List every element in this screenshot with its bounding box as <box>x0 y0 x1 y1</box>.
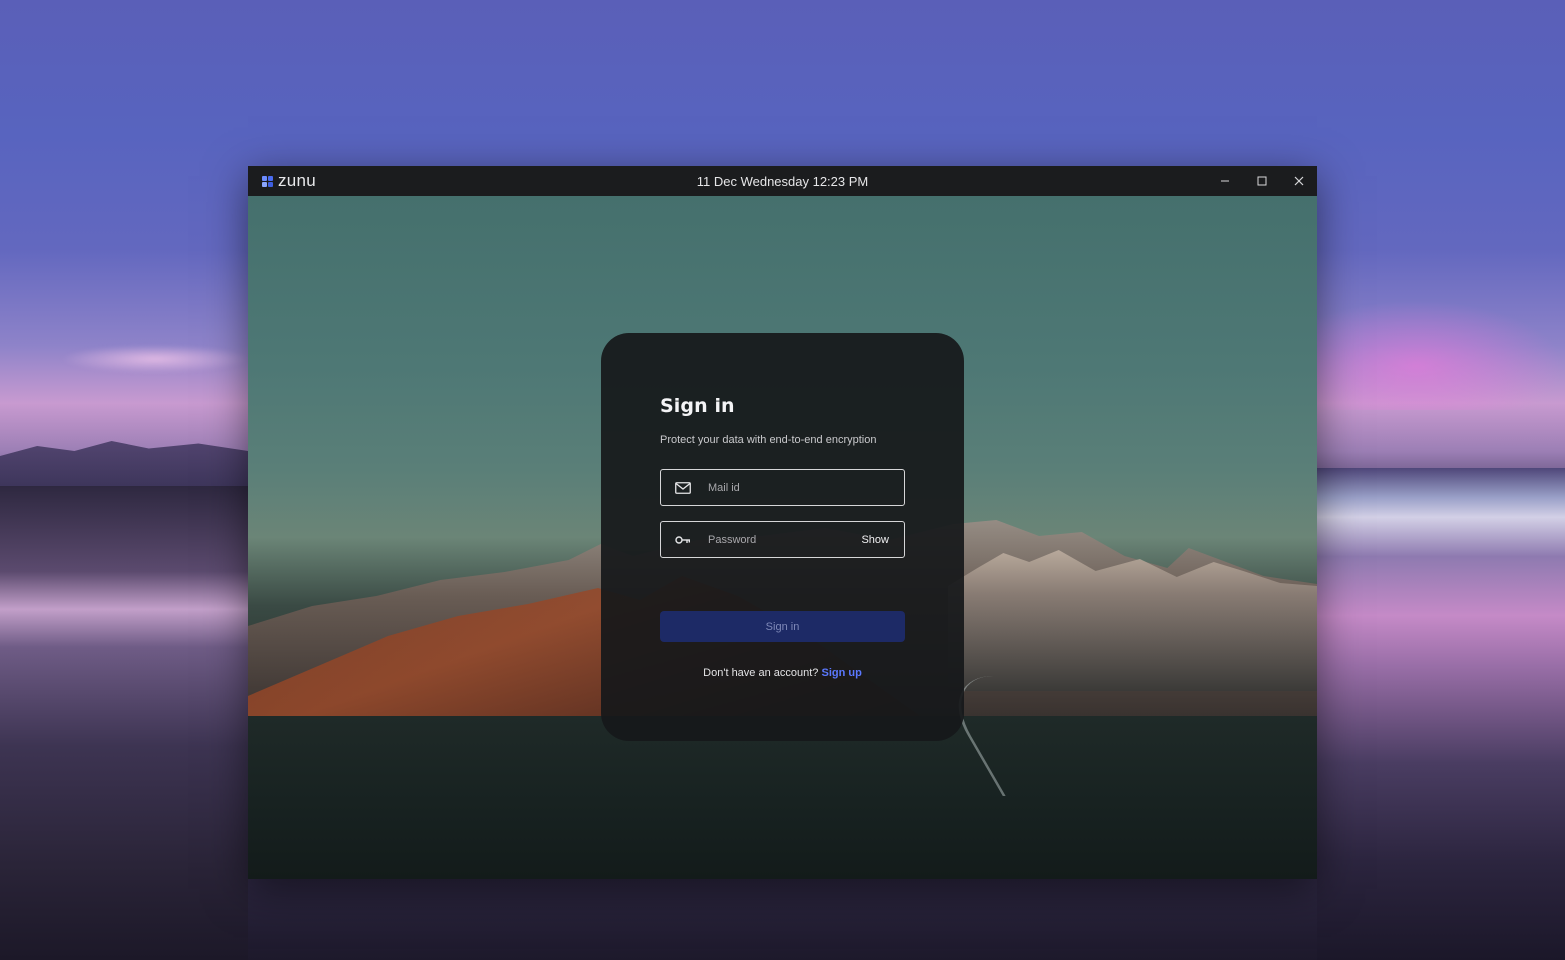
show-password-toggle[interactable]: Show <box>861 534 889 546</box>
close-button[interactable] <box>1280 166 1317 196</box>
title-bar[interactable]: zunu 11 Dec Wednesday 12:23 PM <box>248 166 1317 196</box>
app-window: zunu 11 Dec Wednesday 12:23 PM Sign in P… <box>248 166 1317 879</box>
signup-link[interactable]: Sign up <box>821 667 861 679</box>
signin-title: Sign in <box>660 395 735 417</box>
window-controls <box>1206 166 1317 196</box>
wallpaper-cloud-left <box>60 345 250 373</box>
wallpaper-cloud-right <box>1317 300 1565 410</box>
maximize-icon <box>1257 176 1266 186</box>
password-field[interactable]: Show <box>660 521 905 558</box>
password-input[interactable] <box>705 522 862 557</box>
wallpaper-beach-right <box>1317 468 1565 960</box>
wallpaper-hills <box>0 441 248 486</box>
signin-button[interactable]: Sign in <box>660 611 905 642</box>
app-brand: zunu <box>262 171 316 191</box>
email-field[interactable] <box>660 469 905 506</box>
close-icon <box>1294 176 1303 186</box>
app-name: zunu <box>278 171 317 190</box>
signup-prompt: Don't have an account? Sign up <box>601 667 964 679</box>
signin-card: Sign in Protect your data with end-to-en… <box>601 333 964 741</box>
wallpaper-beach-left <box>0 486 248 960</box>
signin-subtitle: Protect your data with end-to-end encryp… <box>660 434 877 446</box>
minimize-button[interactable] <box>1206 166 1243 196</box>
wallpaper-beach-bottom <box>248 879 1317 960</box>
maximize-button[interactable] <box>1243 166 1280 196</box>
app-background: Sign in Protect your data with end-to-en… <box>248 196 1317 879</box>
datetime-display: 11 Dec Wednesday 12:23 PM <box>696 173 869 189</box>
email-input[interactable] <box>705 470 904 505</box>
mail-icon <box>661 470 705 505</box>
zunu-logo-icon <box>262 175 273 187</box>
no-account-text: Don't have an account? <box>703 667 819 679</box>
background-snow-peaks <box>948 550 1317 691</box>
key-icon <box>661 522 705 557</box>
minimize-icon <box>1220 180 1229 182</box>
